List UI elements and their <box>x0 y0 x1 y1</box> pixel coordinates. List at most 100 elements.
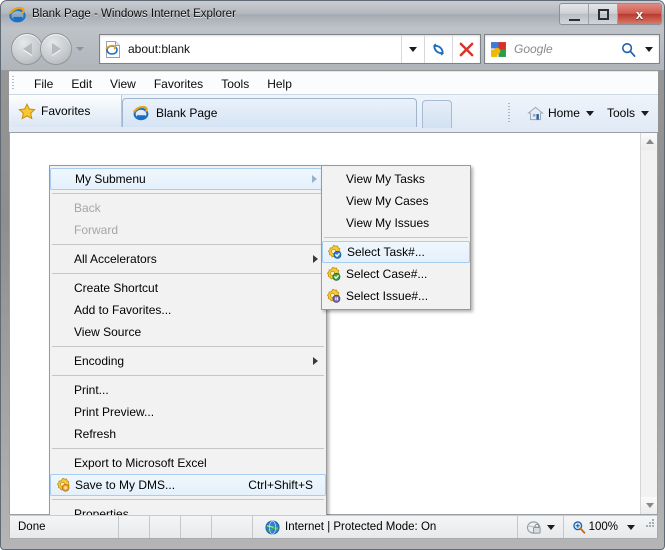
submenu-arrow-icon <box>312 175 317 183</box>
menu-item-label: Encoding <box>74 354 125 368</box>
back-arrow-icon <box>22 43 32 55</box>
context-menu: My Submenu Back Forward All Accelerators… <box>49 165 327 528</box>
address-input[interactable]: about:blank <box>128 42 401 56</box>
menu-separator <box>52 193 324 194</box>
zoom-control[interactable]: 100% <box>562 516 643 538</box>
menu-item-icon-slot <box>322 263 345 285</box>
internet-explorer-icon <box>9 6 26 23</box>
submenu-item-select-issue[interactable]: Select Issue#... <box>322 285 470 307</box>
window-controls: x <box>559 3 662 25</box>
nav-buttons <box>11 33 84 65</box>
menu-item-icon-slot <box>322 190 345 212</box>
chevron-down-icon[interactable] <box>546 524 555 530</box>
menu-item-label: Add to Favorites... <box>74 303 172 317</box>
chevron-down-icon <box>645 503 654 508</box>
security-zone-indicator[interactable]: Internet | Protected Mode: On <box>252 516 517 538</box>
menu-item-label: Create Shortcut <box>74 281 159 295</box>
dms-gear-green-icon <box>326 266 342 282</box>
menu-item-encoding[interactable]: Encoding <box>50 350 326 372</box>
menu-item-label: View My Issues <box>346 216 430 230</box>
menu-item-print-preview[interactable]: Print Preview... <box>50 401 326 423</box>
menu-item-label: All Accelerators <box>74 252 157 266</box>
menu-help[interactable]: Help <box>258 75 301 93</box>
menu-item-all-accelerators[interactable]: All Accelerators <box>50 248 326 270</box>
menu-tools[interactable]: Tools <box>212 75 258 93</box>
menu-separator <box>52 273 324 274</box>
menu-item-my-submenu[interactable]: My Submenu <box>50 168 326 190</box>
menu-item-back: Back <box>50 197 326 219</box>
resize-grip[interactable] <box>643 516 657 538</box>
submenu-item-view-my-cases[interactable]: View My Cases <box>322 190 470 212</box>
new-tab-button[interactable] <box>422 100 452 128</box>
vertical-scrollbar[interactable] <box>640 133 657 514</box>
recent-pages-chevron-down-icon[interactable] <box>76 47 84 51</box>
search-provider-dropdown[interactable] <box>639 46 659 52</box>
menu-item-icon-slot <box>50 219 73 241</box>
menu-file[interactable]: File <box>25 75 62 93</box>
status-segment <box>149 516 180 538</box>
menu-item-view-source[interactable]: View Source <box>50 321 326 343</box>
scroll-up-button[interactable] <box>641 133 657 150</box>
search-box[interactable]: Google <box>484 34 660 64</box>
minimize-button[interactable] <box>560 4 589 24</box>
chevron-down-icon[interactable] <box>627 524 635 530</box>
forward-button[interactable] <box>40 33 72 65</box>
chevron-down-icon[interactable] <box>585 110 594 116</box>
menu-item-create-shortcut[interactable]: Create Shortcut <box>50 277 326 299</box>
minimize-icon <box>568 8 580 21</box>
stop-button[interactable] <box>452 35 480 63</box>
submenu-item-select-case[interactable]: Select Case#... <box>322 263 470 285</box>
google-logo-icon <box>490 41 507 58</box>
chevron-up-icon <box>645 139 654 144</box>
menu-separator <box>324 237 468 238</box>
privacy-report-button[interactable] <box>516 516 563 538</box>
menu-item-label: Select Issue#... <box>346 289 429 303</box>
menu-item-label: Forward <box>74 223 119 237</box>
navigation-bar: about:blank Google <box>1 28 664 70</box>
menu-item-icon-slot <box>50 299 73 321</box>
favorites-button[interactable]: Favorites <box>9 95 122 127</box>
status-segment <box>118 516 149 538</box>
internet-explorer-icon <box>133 105 149 121</box>
chevron-down-icon[interactable] <box>641 110 649 116</box>
menu-item-icon-slot <box>50 379 73 401</box>
menu-bar-grip[interactable] <box>11 76 17 91</box>
menu-view[interactable]: View <box>101 75 145 93</box>
browser-tab-blank-page[interactable]: Blank Page <box>122 98 417 127</box>
menu-item-print[interactable]: Print... <box>50 379 326 401</box>
menu-item-icon-slot <box>50 423 73 445</box>
menu-item-label: Select Task#... <box>347 245 425 259</box>
dms-gear-purple-icon <box>326 288 342 304</box>
status-bar: Done Internet | Protected Mode: On 100% <box>9 515 658 539</box>
forward-arrow-icon <box>51 43 61 55</box>
command-bar-grip[interactable] <box>506 103 513 123</box>
address-bar[interactable]: about:blank <box>99 34 481 64</box>
home-button[interactable]: Home <box>522 103 599 124</box>
menu-item-export-to-microsoft-excel[interactable]: Export to Microsoft Excel <box>50 452 326 474</box>
ie-browser-window: Blank Page - Windows Internet Explorer x <box>0 0 665 550</box>
menu-item-add-to-favorites[interactable]: Add to Favorites... <box>50 299 326 321</box>
menu-item-save-to-my-dms[interactable]: Save to My DMS... Ctrl+Shift+S <box>50 474 326 496</box>
search-go-button[interactable] <box>617 42 639 57</box>
scroll-down-button[interactable] <box>641 497 657 514</box>
submenu-item-select-task[interactable]: Select Task#... <box>322 241 470 263</box>
menu-separator <box>52 346 324 347</box>
menu-item-refresh[interactable]: Refresh <box>50 423 326 445</box>
menu-favorites[interactable]: Favorites <box>145 75 212 93</box>
status-text: Done <box>18 521 46 533</box>
search-icon <box>621 42 635 57</box>
tools-button[interactable]: Tools <box>602 103 654 123</box>
submenu-item-view-my-tasks[interactable]: View My Tasks <box>322 168 470 190</box>
address-dropdown-button[interactable] <box>401 35 424 63</box>
refresh-button[interactable] <box>424 35 452 63</box>
menu-edit[interactable]: Edit <box>62 75 101 93</box>
resize-grip-icon <box>646 519 654 527</box>
back-button[interactable] <box>11 33 43 65</box>
tools-label: Tools <box>606 106 635 120</box>
menu-item-icon-slot <box>322 285 345 307</box>
search-input[interactable]: Google <box>514 42 617 56</box>
close-button[interactable]: x <box>618 4 661 24</box>
submenu-item-view-my-issues[interactable]: View My Issues <box>322 212 470 234</box>
maximize-button[interactable] <box>589 4 618 24</box>
menu-item-icon-slot <box>50 321 73 343</box>
